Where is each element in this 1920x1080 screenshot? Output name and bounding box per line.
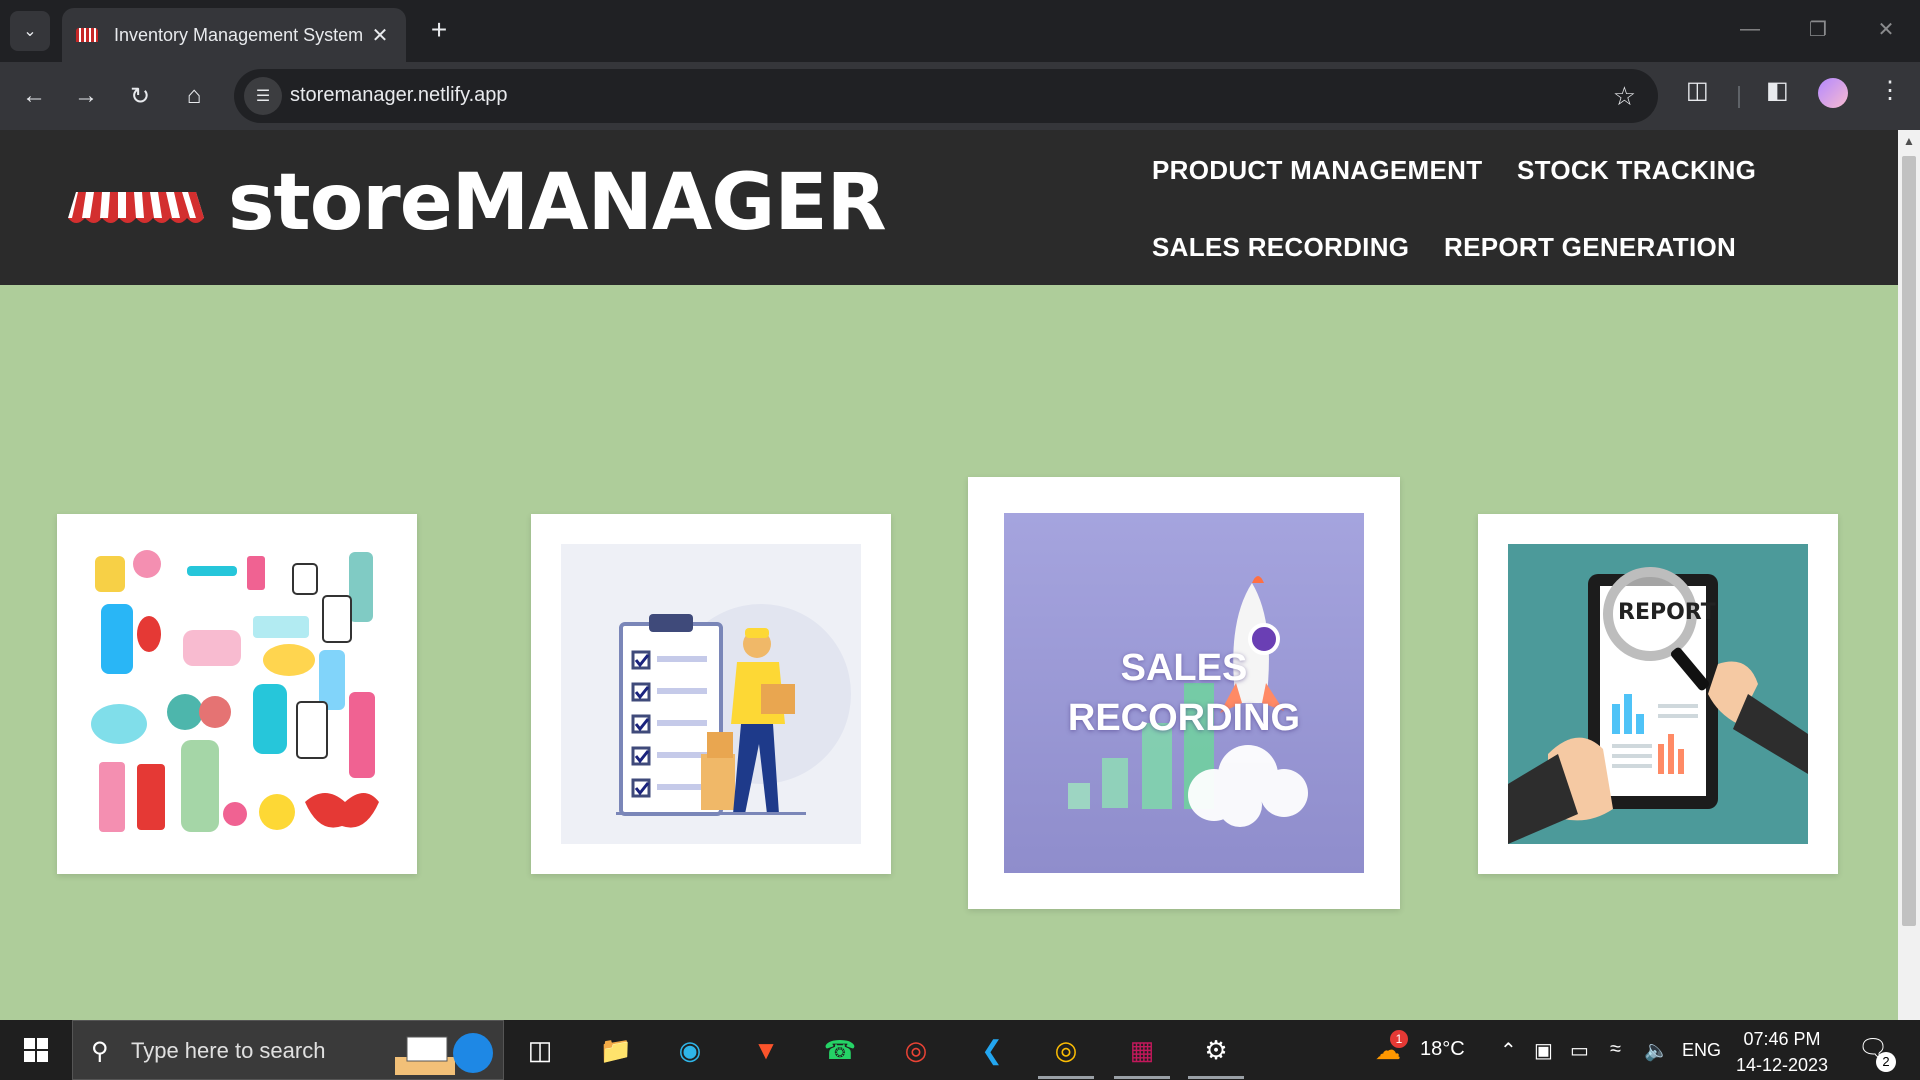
scrollbar-thumb[interactable] (1902, 156, 1916, 926)
clock-time: 07:46 PM (1743, 1029, 1821, 1049)
task-view-icon[interactable]: ◫ (520, 1030, 560, 1070)
wifi-icon[interactable]: ≈ (1610, 1038, 1621, 1061)
active-app-indicator (1038, 1076, 1094, 1079)
close-window-icon[interactable]: ✕ (1852, 0, 1920, 58)
taskbar-clock[interactable]: 07:46 PM 14-12-2023 (1734, 1026, 1830, 1078)
site-favicon-icon (76, 28, 98, 42)
meet-now-icon[interactable]: ▣ (1534, 1038, 1553, 1063)
bookmark-star-icon[interactable]: ☆ (1613, 81, 1636, 112)
store-awning-logo-icon[interactable] (68, 188, 204, 228)
edge-browser-icon[interactable]: ◉ (670, 1030, 710, 1070)
nav-sales-recording[interactable]: SALES RECORDING (1152, 232, 1409, 263)
sales-recording-caption: SALES RECORDING (1004, 643, 1364, 743)
whatsapp-icon[interactable]: ☎ (820, 1030, 860, 1070)
scroll-up-arrow-icon[interactable]: ▲ (1898, 134, 1920, 154)
report-label: REPORT (1618, 600, 1716, 625)
reload-icon[interactable]: ↻ (118, 74, 162, 118)
address-bar[interactable]: ☰ storemanager.netlify.app ☆ (234, 69, 1658, 123)
back-arrow-icon[interactable]: ← (12, 74, 56, 118)
brave-browser-icon[interactable]: ▼ (746, 1030, 786, 1070)
report-tablet-illustration-icon: REPORT (1508, 544, 1808, 844)
card-product-management[interactable] (57, 514, 417, 874)
chrome-profile-icon[interactable]: ◎ (1046, 1030, 1086, 1070)
weather-alert-badge: 1 (1390, 1030, 1408, 1048)
site-header: storeMANAGER PRODUCT MANAGEMENT STOCK TR… (0, 130, 1898, 285)
clock-date: 14-12-2023 (1735, 1055, 1829, 1075)
restore-icon[interactable]: ❐ (1784, 0, 1852, 58)
nav-product-management[interactable]: PRODUCT MANAGEMENT (1152, 155, 1482, 186)
vscode-icon[interactable]: ❮ (972, 1030, 1012, 1070)
home-icon[interactable]: ⌂ (172, 74, 216, 118)
open-app-indicator (1114, 1076, 1170, 1079)
side-panel-icon[interactable]: ◧ (1766, 76, 1789, 105)
tab-close-icon[interactable]: ✕ (368, 23, 392, 48)
tab-title: Inventory Management System (114, 24, 364, 45)
new-tab-plus-icon[interactable]: + (422, 14, 456, 48)
page-scrollbar[interactable]: ▲ (1898, 130, 1920, 1020)
sales-caption-line2: RECORDING (1067, 697, 1301, 739)
settings-gear-icon[interactable]: ⚙ (1196, 1030, 1236, 1070)
search-icon: ⚲ (91, 1038, 109, 1065)
url-text[interactable]: storemanager.netlify.app (290, 84, 508, 107)
notification-count-badge: 2 (1876, 1052, 1896, 1072)
language-indicator[interactable]: ENG (1682, 1040, 1721, 1061)
tab-search-chevron-icon[interactable]: ⌄ (10, 11, 50, 51)
taskbar-search-box[interactable]: ⚲ Type here to search (72, 1020, 504, 1080)
browser-tab-strip: ⌄ Inventory Management System ✕ + — ❐ ✕ (0, 0, 1920, 62)
forward-arrow-icon[interactable]: → (64, 74, 108, 118)
volume-icon[interactable]: 🔈 (1644, 1038, 1669, 1063)
card-sales-recording[interactable]: SALES RECORDING (968, 477, 1400, 909)
browser-menu-kebab-icon[interactable]: ⋮ (1878, 76, 1902, 105)
chrome-icon[interactable]: ◎ (896, 1030, 936, 1070)
toolbar-separator (1738, 86, 1740, 108)
taskbar-search-placeholder: Type here to search (131, 1038, 326, 1063)
sales-caption-line1: SALES (1120, 647, 1248, 689)
nav-stock-tracking[interactable]: STOCK TRACKING (1517, 155, 1756, 186)
weather-temperature[interactable]: 18°C (1420, 1038, 1465, 1061)
show-hidden-icons-chevron-icon[interactable]: ⌃ (1500, 1038, 1517, 1063)
rocket-growth-illustration-icon: SALES RECORDING (1004, 513, 1364, 873)
card-stock-tracking[interactable] (531, 514, 891, 874)
card-report-generation[interactable]: REPORT (1478, 514, 1838, 874)
browser-tab-active[interactable]: Inventory Management System ✕ (62, 8, 406, 62)
open-app-indicator-settings (1188, 1076, 1244, 1079)
winrar-icon[interactable]: ▦ (1122, 1030, 1162, 1070)
window-controls: — ❐ ✕ (1716, 0, 1920, 62)
start-windows-icon[interactable] (0, 1020, 72, 1080)
brand-title[interactable]: storeMANAGER (228, 158, 887, 248)
page-viewport: storeMANAGER PRODUCT MANAGEMENT STOCK TR… (0, 130, 1898, 1020)
windows-taskbar: ⚲ Type here to search ◫ 📁 ◉ ▼ ☎ ◎ ❮ ◎ ▦ … (0, 1020, 1920, 1080)
nav-report-generation[interactable]: REPORT GENERATION (1444, 232, 1736, 263)
cosmetics-products-illustration-icon (87, 544, 387, 844)
minimize-icon[interactable]: — (1716, 0, 1784, 58)
extensions-puzzle-icon[interactable]: ◫ (1686, 76, 1709, 105)
search-highlight-art-icon (395, 1033, 493, 1075)
stock-checklist-illustration-icon (561, 544, 861, 844)
battery-icon[interactable]: ▭ (1570, 1038, 1589, 1063)
file-explorer-icon[interactable]: 📁 (596, 1030, 636, 1070)
site-info-tune-icon[interactable]: ☰ (244, 77, 282, 115)
profile-avatar[interactable] (1818, 78, 1848, 108)
browser-toolbar: ← → ↻ ⌂ ☰ storemanager.netlify.app ☆ ◫ ◧… (0, 62, 1920, 130)
